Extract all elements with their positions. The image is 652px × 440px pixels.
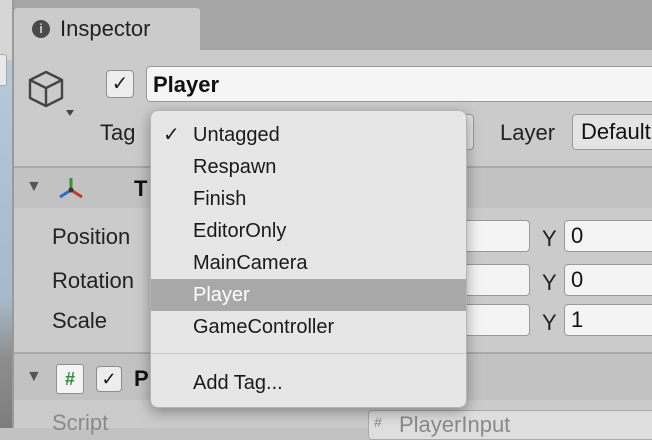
- tag-label: Tag: [100, 120, 136, 145]
- rotation-y-label: Y: [542, 270, 557, 295]
- menu-item-gamecontroller[interactable]: GameController: [151, 311, 466, 343]
- script-icon: #: [56, 364, 84, 394]
- transform-title: T: [134, 176, 148, 201]
- cube-icon[interactable]: [26, 66, 74, 122]
- menu-item-untagged[interactable]: ✓ Untagged: [151, 119, 466, 151]
- object-name-field[interactable]: Player: [146, 66, 652, 102]
- tag-dropdown-menu: ✓ Untagged Respawn Finish EditorOnly Mai…: [150, 110, 467, 408]
- tab-title: Inspector: [60, 16, 151, 41]
- info-icon: i: [32, 20, 50, 38]
- position-y-field[interactable]: 0: [564, 220, 652, 252]
- active-checkbox[interactable]: ✓: [106, 70, 134, 98]
- menu-item-maincamera[interactable]: MainCamera: [151, 247, 466, 279]
- menu-item-label: GameController: [193, 316, 335, 338]
- foldout-arrow-icon[interactable]: ▼: [26, 368, 42, 386]
- menu-item-label: Respawn: [193, 156, 277, 178]
- menu-item-add-tag[interactable]: Add Tag...: [151, 367, 466, 399]
- component-enabled-checkbox[interactable]: ✓: [96, 366, 122, 392]
- menu-item-label: Finish: [193, 188, 247, 210]
- script-component-title: P: [134, 366, 149, 391]
- menu-item-label: EditorOnly: [193, 220, 287, 242]
- menu-item-label: Untagged: [193, 124, 280, 146]
- foldout-arrow-icon[interactable]: ▼: [26, 178, 42, 196]
- menu-item-player[interactable]: Player: [151, 279, 466, 311]
- menu-item-finish[interactable]: Finish: [151, 183, 466, 215]
- menu-item-label: Add Tag...: [193, 372, 283, 394]
- scale-y-label: Y: [542, 310, 557, 335]
- rotation-label: Rotation: [52, 268, 134, 293]
- layer-label: Layer: [500, 120, 556, 145]
- position-y-label: Y: [542, 226, 557, 251]
- scene-view-toolbar-edge[interactable]: [0, 54, 7, 86]
- rotation-y-field[interactable]: 0: [564, 264, 652, 296]
- menu-item-label: Player: [193, 284, 250, 306]
- menu-item-editoronly[interactable]: EditorOnly: [151, 215, 466, 247]
- transform-icon: [59, 178, 83, 199]
- menu-item-respawn[interactable]: Respawn: [151, 151, 466, 183]
- script-field[interactable]: PlayerInput: [368, 410, 652, 440]
- menu-item-label: MainCamera: [193, 252, 308, 274]
- script-label: Script: [52, 410, 109, 435]
- checkmark-icon: ✓: [163, 124, 180, 146]
- menu-separator: [151, 353, 466, 354]
- scale-label: Scale: [52, 308, 108, 333]
- layer-dropdown[interactable]: Default: [572, 114, 652, 150]
- position-label: Position: [52, 224, 131, 249]
- scale-y-field[interactable]: 1: [564, 304, 652, 336]
